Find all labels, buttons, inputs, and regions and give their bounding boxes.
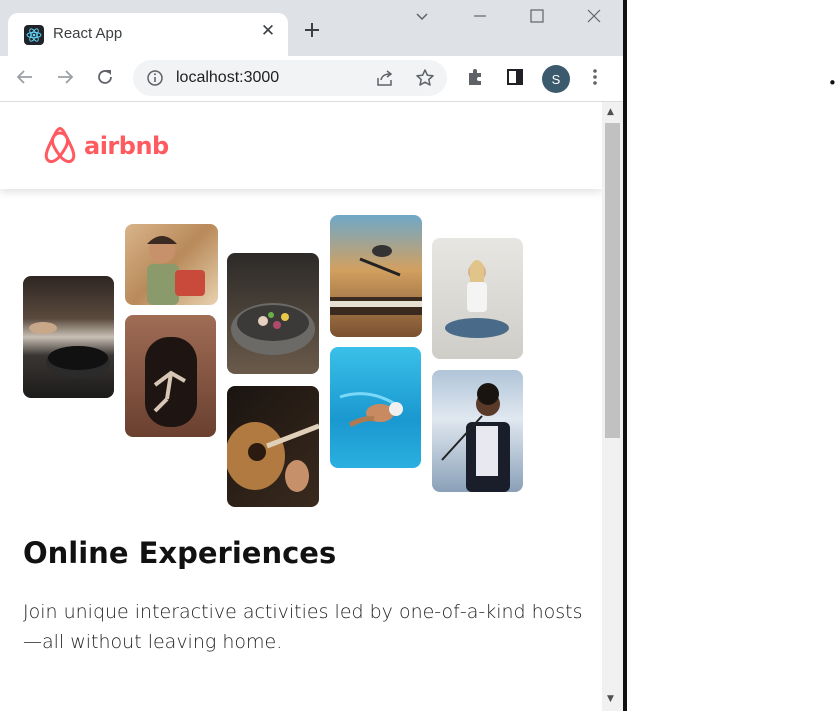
menu-kebab-icon[interactable] (583, 65, 607, 89)
scrollbar-thumb[interactable] (605, 123, 620, 438)
bookmark-star-icon[interactable] (415, 68, 435, 92)
photo-woman-food (125, 224, 218, 305)
browser-tab[interactable]: React App ✕ (8, 13, 288, 56)
new-tab-icon[interactable] (303, 19, 321, 43)
site-info-icon[interactable] (146, 69, 164, 91)
back-arrow-icon[interactable] (13, 65, 37, 89)
photo-dancer-doorway (125, 315, 216, 437)
maximize-icon[interactable] (529, 8, 545, 28)
photo-yoga (432, 238, 523, 359)
tab-title: React App (53, 25, 123, 42)
window-edge (623, 0, 627, 711)
profile-avatar[interactable]: S (542, 65, 570, 93)
page-description: Join unique interactive activities led b… (23, 601, 583, 653)
minimize-icon[interactable] (472, 8, 488, 28)
page-heading: Online Experiences (23, 536, 337, 570)
forward-arrow-icon[interactable] (53, 65, 77, 89)
photo-cooking (23, 276, 114, 398)
reload-icon[interactable] (93, 65, 117, 89)
photo-singer (432, 370, 523, 492)
close-window-icon[interactable] (586, 8, 602, 28)
tab-search-icon[interactable] (414, 8, 430, 28)
scroll-up-arrow-icon[interactable]: ▲ (607, 107, 614, 117)
scroll-down-arrow-icon[interactable]: ▼ (607, 694, 614, 704)
extensions-puzzle-icon[interactable] (463, 65, 487, 89)
site-navbar: airbnb (0, 102, 602, 189)
photo-swimmer (330, 347, 421, 468)
browser-toolbar: localhost:3000 S (0, 56, 623, 102)
page-scrollbar[interactable]: ▲ ▼ (602, 102, 623, 711)
logo-wordmark: airbnb (84, 132, 169, 160)
page-viewport: airbnb Online Experiences Join unique in… (0, 102, 602, 711)
side-panel-icon[interactable] (503, 65, 527, 89)
address-bar[interactable]: localhost:3000 (133, 60, 447, 96)
react-logo-icon (24, 25, 44, 45)
url-text: localhost:3000 (176, 69, 280, 86)
share-icon[interactable] (375, 69, 395, 91)
photo-guitar (227, 386, 319, 507)
browser-window: React App ✕ localhost:3000 S airbnb Onli… (0, 0, 623, 711)
photo-food-bowl (227, 253, 319, 374)
airbnb-logo[interactable]: airbnb (42, 126, 169, 166)
close-tab-icon[interactable]: ✕ (258, 21, 278, 41)
photo-keyboard-mic (330, 215, 422, 337)
tab-strip: React App ✕ (0, 0, 623, 56)
bullet-marker: • (828, 74, 835, 92)
airbnb-belo-icon (44, 127, 76, 164)
